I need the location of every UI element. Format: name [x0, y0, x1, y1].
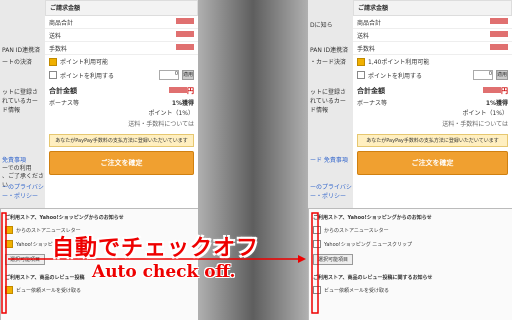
- overlay-jp-caption: 自動でチェックオフ: [52, 236, 260, 261]
- left-highlight-box: [1, 212, 7, 314]
- arrow-head-icon: [298, 255, 306, 263]
- overlay-en-caption: Auto check off.: [92, 262, 236, 282]
- annotation-overlay: [1, 212, 319, 314]
- right-highlight-box: [311, 212, 319, 314]
